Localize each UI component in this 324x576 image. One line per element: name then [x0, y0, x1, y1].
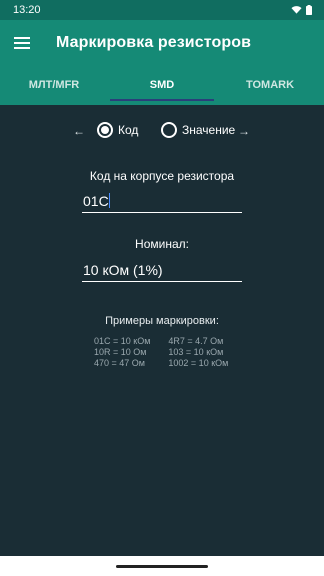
hamburger-menu-icon: [14, 36, 30, 49]
mode-selector: ← Код Значение →: [0, 122, 324, 144]
app-bar: Маркировка резисторов: [0, 20, 324, 65]
example-item: 4R7 = 4.7 Ом: [168, 336, 224, 346]
wifi-icon: [291, 6, 302, 14]
text-cursor: [108, 193, 111, 208]
status-icons: [291, 5, 312, 15]
tab-mlt-mfr[interactable]: МЛТ/MFR: [0, 65, 108, 105]
status-time: 13:20: [13, 4, 41, 16]
example-item: 470 = 47 Ом: [94, 358, 145, 368]
nominal-output: 10 кОм (1%): [82, 258, 242, 282]
radio-checked-icon: [97, 122, 113, 138]
tab-bar: МЛТ/MFR SMD TOMARK: [0, 65, 324, 105]
example-item: 01C = 10 кОм: [94, 336, 151, 346]
home-gesture-handle[interactable]: [116, 564, 208, 568]
tab-tomark[interactable]: TOMARK: [216, 65, 324, 105]
arrow-right-icon: →: [238, 124, 250, 138]
tab-smd[interactable]: SMD: [108, 65, 216, 105]
nominal-field-label: Номинал:: [135, 237, 189, 251]
tab-label: МЛТ/MFR: [28, 79, 80, 91]
code-input-value: 01C: [83, 192, 109, 209]
radio-unchecked-icon: [161, 122, 177, 138]
radio-code-label: Код: [118, 123, 139, 137]
tab-active-indicator: [110, 99, 214, 101]
radio-value-label: Значение: [182, 123, 236, 137]
tab-label: TOMARK: [245, 79, 295, 91]
examples-column-1: 01C = 10 кОм 10R = 10 Ом 470 = 47 Ом: [94, 336, 150, 369]
page-title: Маркировка резисторов: [56, 33, 252, 51]
example-item: 1002 = 10 кОм: [168, 358, 229, 368]
nominal-value: 10 кОм (1%): [83, 261, 163, 278]
radio-value[interactable]: Значение: [161, 122, 235, 138]
example-item: 10R = 10 Ом: [94, 347, 147, 357]
arrow-left-icon: ←: [73, 124, 85, 138]
battery-icon: [306, 5, 312, 15]
examples-title: Примеры маркировки:: [105, 315, 219, 327]
menu-button[interactable]: [0, 20, 44, 65]
code-input[interactable]: 01C: [82, 189, 242, 213]
example-item: 103 = 10 кОм: [168, 347, 224, 357]
radio-code[interactable]: Код: [97, 122, 138, 138]
system-nav-bar: [0, 556, 324, 576]
tab-label: SMD: [149, 79, 175, 91]
status-bar: 13:20: [0, 0, 324, 20]
examples-list: 01C = 10 кОм 10R = 10 Ом 470 = 47 Ом 4R7…: [94, 336, 228, 369]
examples-column-2: 4R7 = 4.7 Ом 103 = 10 кОм 1002 = 10 кОм: [168, 336, 228, 369]
code-field-label: Код на корпусе резистора: [89, 169, 235, 183]
